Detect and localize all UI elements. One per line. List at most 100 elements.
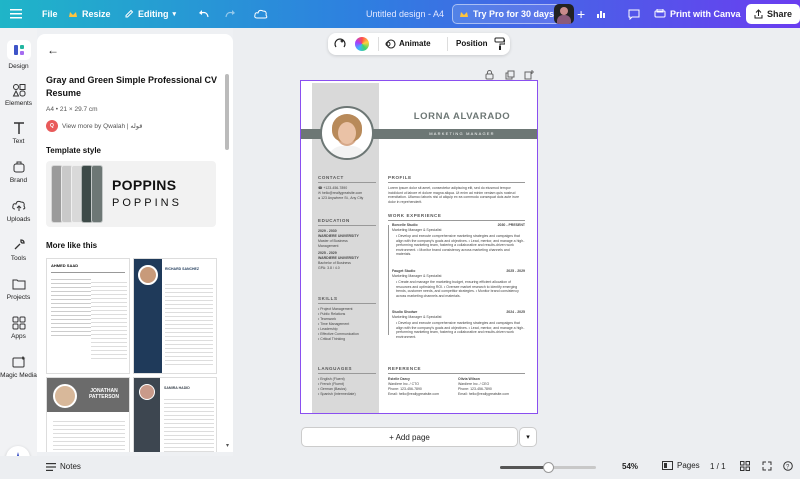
apps-icon xyxy=(12,316,25,330)
help-icon: ? xyxy=(783,461,793,471)
zoom-slider-handle[interactable] xyxy=(543,462,554,473)
menu-button[interactable] xyxy=(10,0,22,28)
rail-item-tools[interactable]: Tools xyxy=(0,238,37,262)
profile-section: PROFILE Lorem ipsum dolor sit amet, cons… xyxy=(388,175,525,212)
style-preview[interactable]: POPPINS POPPINS xyxy=(46,161,216,227)
job-bullets: • Develop and execute comprehensive mark… xyxy=(396,321,525,339)
add-page-icon xyxy=(524,70,534,80)
avatar[interactable] xyxy=(554,0,574,28)
job-title: Marketing Manager & Specialist xyxy=(392,274,442,278)
editing-dropdown[interactable]: Editing ▾ xyxy=(124,0,176,28)
color-swatches xyxy=(51,165,107,223)
job-bullets: • Create and manage the marketing budget… xyxy=(396,280,519,298)
color-picker-button[interactable] xyxy=(355,37,369,51)
notes-icon xyxy=(46,462,56,471)
projects-icon xyxy=(12,279,25,290)
template-thumb-3[interactable]: JONATHAN PATTERSON xyxy=(46,377,130,452)
reference-heading: REFERENCE xyxy=(388,366,422,371)
rail-label-uploads: Uploads xyxy=(6,216,31,223)
zoom-value[interactable]: 54% xyxy=(622,462,638,471)
redo-icon xyxy=(225,10,235,18)
skill-item: • Critical Thinking xyxy=(318,337,346,341)
back-button[interactable]: ← xyxy=(47,43,59,57)
file-menu[interactable]: File xyxy=(42,0,58,28)
resize-button[interactable]: Resize xyxy=(68,0,111,28)
rail-label-brand: Brand xyxy=(9,177,28,184)
education-section: EDUCATION 2029 - 2030 WARDIERE UNIVERSIT… xyxy=(318,218,376,271)
rail-item-magic-media[interactable]: Magic Media xyxy=(0,355,37,379)
comments-button[interactable] xyxy=(628,0,640,28)
help-button[interactable]: ? xyxy=(783,461,793,473)
text-icon xyxy=(13,122,24,134)
analytics-button[interactable] xyxy=(596,0,606,28)
try-pro-button[interactable]: Try Pro for 30 days xyxy=(452,4,562,24)
job-title: Marketing Manager & Specialist xyxy=(392,228,442,232)
zoom-slider[interactable] xyxy=(500,462,596,473)
author-link[interactable]: Q View more by Qwalah | ﻗﻮﻟﻪ xyxy=(46,120,142,132)
duplicate-icon xyxy=(505,70,515,80)
template-thumb-2[interactable]: RICHARD SANCHEZ xyxy=(133,258,217,374)
ai-edit-button[interactable] xyxy=(333,37,347,56)
profile-text: Lorem ipsum dolor sit amet, consectetur … xyxy=(388,186,520,204)
template-thumb-4[interactable]: SAMIRA HADID xyxy=(133,377,217,452)
pages-button[interactable]: Pages xyxy=(662,461,700,470)
arrow-left-icon: ← xyxy=(47,43,59,57)
pages-label: Pages xyxy=(677,461,700,470)
rail-item-elements[interactable]: Elements xyxy=(0,83,37,107)
undo-button[interactable] xyxy=(198,0,210,28)
template-thumb-1[interactable]: AHMED SAAD xyxy=(46,258,130,374)
resize-label: Resize xyxy=(82,9,111,19)
contact-heading: CONTACT xyxy=(318,175,344,180)
fullscreen-button[interactable] xyxy=(762,461,772,473)
resume-role: MARKETING MANAGER xyxy=(429,131,495,136)
notes-button[interactable]: Notes xyxy=(46,462,81,471)
print-with-canva-button[interactable]: Print with Canva xyxy=(648,4,747,24)
add-page-options-button[interactable]: ▾ xyxy=(519,427,537,447)
add-collaborator-button[interactable]: + xyxy=(577,0,585,28)
format-painter-button[interactable] xyxy=(494,37,506,56)
rail-item-projects[interactable]: Projects xyxy=(0,277,37,301)
pages-icon xyxy=(662,461,673,470)
add-page-button[interactable]: + Add page xyxy=(301,427,518,447)
grid-view-icon xyxy=(740,461,750,471)
cloud-check-icon xyxy=(254,9,268,19)
chevron-down-icon: ▾ xyxy=(172,11,177,18)
job-dates: 2025 - 2029 xyxy=(506,269,525,273)
job-3: Studio Shodwe 2024 - 2025 Marketing Manag… xyxy=(388,310,525,347)
panel-scroll-down[interactable]: ▾ xyxy=(226,442,229,449)
rail-item-uploads[interactable]: Uploads xyxy=(0,199,37,223)
color-swatch[interactable] xyxy=(91,165,103,223)
chevron-down-icon: ▾ xyxy=(226,443,230,449)
rail-label-design: Design xyxy=(8,63,29,70)
edu-field-2: GPA: 3.8 / 4.0 xyxy=(318,266,340,270)
grid-view-button[interactable] xyxy=(740,461,750,473)
skills-section: SKILLS • Project Management • Public Rel… xyxy=(318,296,376,342)
animate-button[interactable]: Animate xyxy=(385,38,431,49)
document-title[interactable]: Untitled design - A4 xyxy=(366,0,444,28)
position-button[interactable]: Position xyxy=(456,39,488,48)
reference-section: REFERENCE Estelle Darcy Wardiere Inc. / … xyxy=(388,366,525,397)
design-panel: ← Gray and Green Simple Professional CV … xyxy=(37,34,233,452)
rail-label-elements: Elements xyxy=(4,100,33,107)
share-button[interactable]: Share xyxy=(746,4,800,24)
rail-item-brand[interactable]: Brand xyxy=(0,160,37,184)
rail-item-design[interactable]: Design xyxy=(0,40,37,70)
rail-label-tools: Tools xyxy=(10,255,27,262)
add-page-label: + Add page xyxy=(389,432,430,442)
notes-label: Notes xyxy=(60,462,81,471)
reference-2: Olivia Wilson Wardiere Inc. / CEO Phone:… xyxy=(458,377,520,397)
job-dates: 2030 - PRESENT xyxy=(497,223,525,227)
resume-page[interactable]: LORNA ALVARADO MARKETING MANAGER CONTACT… xyxy=(300,80,538,414)
design-icon xyxy=(13,45,24,55)
rail-item-apps[interactable]: Apps xyxy=(0,316,37,340)
panel-scrollbar[interactable] xyxy=(225,74,229,150)
pencil-icon xyxy=(125,9,134,18)
cloud-save-button[interactable] xyxy=(254,0,268,28)
paint-roller-icon xyxy=(494,37,506,50)
uploads-icon xyxy=(11,200,25,211)
rail-label-projects: Projects xyxy=(6,294,31,301)
rail-item-text[interactable]: Text xyxy=(0,121,37,145)
editing-label: Editing xyxy=(138,9,169,19)
redo-button[interactable] xyxy=(224,0,236,28)
profile-photo[interactable] xyxy=(320,106,374,160)
